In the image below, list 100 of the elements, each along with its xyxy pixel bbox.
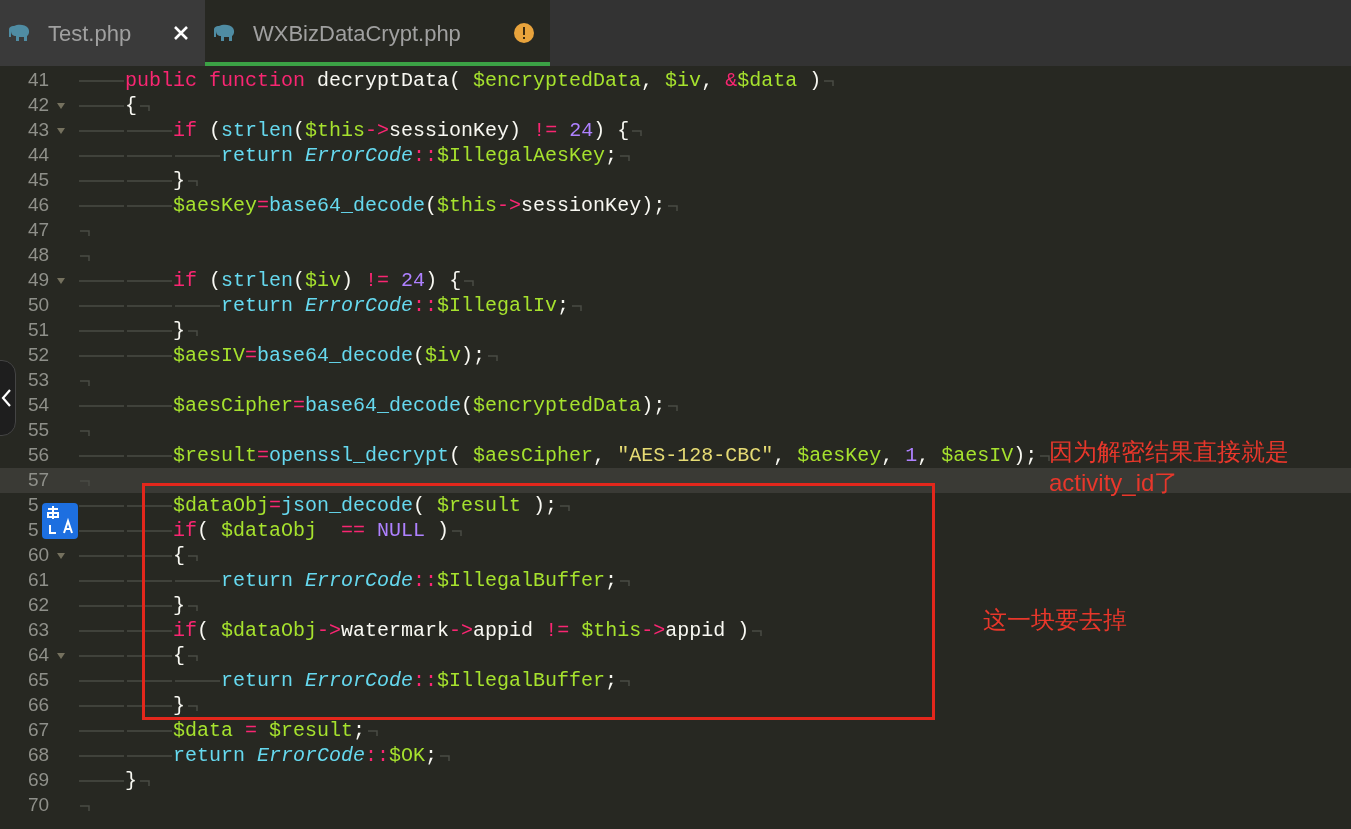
code-token: $dataObj [221,517,319,544]
code-token: , [701,67,715,94]
line-end-mark [188,178,198,187]
line-number: 70 [28,793,50,818]
code-token: strlen [221,267,294,294]
code-token: $aesCipher [173,392,294,419]
code-token: ErrorCode [305,567,414,594]
tab-marker [77,778,125,783]
line-end-mark [824,78,835,87]
line-number: 44 [28,143,50,168]
code-token: :: [413,142,438,169]
code-token: $data [173,717,233,744]
file-tab[interactable]: Test.php [0,0,205,66]
code-token: ); [641,392,666,419]
code-token: $dataObj [173,492,269,519]
tab-marker [77,78,125,83]
line-number: 54 [28,393,50,418]
code-token: ( [293,267,306,294]
line-end-mark [80,253,90,262]
code-token: $aesIV [173,342,245,369]
fold-icon[interactable] [57,652,65,659]
fold-icon[interactable] [57,102,65,109]
code-token: ; [605,567,618,594]
elephant-icon [8,24,32,42]
code-token: } [173,317,185,344]
line-end-mark [488,353,499,362]
code-token: ); [532,492,558,519]
code-token: $IllegalBuffer [437,567,606,594]
tab-label: Test.php [48,19,133,48]
line-number: 5 [28,493,39,518]
code-token: ; [605,142,618,169]
code-token: :: [413,292,438,319]
code-token: -> [497,192,522,219]
line-end-mark [440,753,451,762]
code-token: , [881,442,895,469]
line-number: 5 [28,518,39,543]
fold-icon[interactable] [57,277,65,284]
code-token: == [341,517,366,544]
code-token: ; [605,667,618,694]
line-end-mark [1040,453,1051,462]
code-token: $aesCipher [473,442,594,469]
line-end-mark [668,403,679,412]
code-token: ( [413,342,426,369]
code-token: $IllegalBuffer [437,667,606,694]
code-token: = [245,342,258,369]
code-token: $iv [305,267,342,294]
code-token: base64_decode [269,192,426,219]
code-token: ; [353,717,366,744]
code-token: if [173,517,197,544]
code-token: 24 [400,267,426,294]
code-token: strlen [221,117,294,144]
line-number: 66 [28,693,50,718]
code-token: decryptData( [317,67,463,94]
code-token: $encryptedData [473,67,642,94]
file-tab[interactable]: WXBizDataCrypt.php [205,0,550,66]
code-token: return [221,667,294,694]
code-token: -> [449,617,474,644]
line-end-mark [188,653,198,662]
code-token: base64_decode [257,342,414,369]
line-number: 61 [28,568,50,593]
line-number: 51 [28,318,50,343]
code-token: if [173,267,197,294]
code-token: != [545,617,570,644]
line-number: 47 [28,218,50,243]
code-token: $aesIV [941,442,1014,469]
code-token: sessionKey) [389,117,523,144]
code-token: ) [341,267,355,294]
code-token: $this [580,617,642,644]
fold-icon[interactable] [57,127,65,134]
annotation-text: 因为解密结果直接就是 [1049,437,1289,467]
line-end-mark [80,803,90,812]
code-token: { [173,542,185,569]
code-token: } [173,592,185,619]
annotation-text: 这一块要去掉 [983,605,1127,635]
code-token: json_decode [281,492,414,519]
close-icon[interactable] [173,25,189,41]
code-token: != [365,267,390,294]
translate-icon[interactable] [42,503,78,539]
code-token: = [257,442,270,469]
code-token: 1 [905,442,918,469]
annotation-text: activity_id了 [1049,468,1180,498]
code-token: ( [197,517,211,544]
line-end-mark [140,103,150,112]
code-token: { [173,642,185,669]
code-token: :: [413,567,438,594]
tab-label: WXBizDataCrypt.php [253,19,462,48]
fold-icon[interactable] [57,552,65,559]
code-token: ); [461,342,486,369]
chevron-left-icon [1,389,11,407]
line-number: 46 [28,193,50,218]
code-token: $dataObj [221,617,318,644]
code-token: = [257,192,270,219]
code-token: $result [268,717,354,744]
code-token: -> [641,617,666,644]
code-token: , [917,442,931,469]
code-token: } [125,767,137,794]
code-token: { [125,92,137,119]
code-token: ErrorCode [305,142,414,169]
line-number: 67 [28,718,50,743]
code-token: ErrorCode [257,742,366,769]
